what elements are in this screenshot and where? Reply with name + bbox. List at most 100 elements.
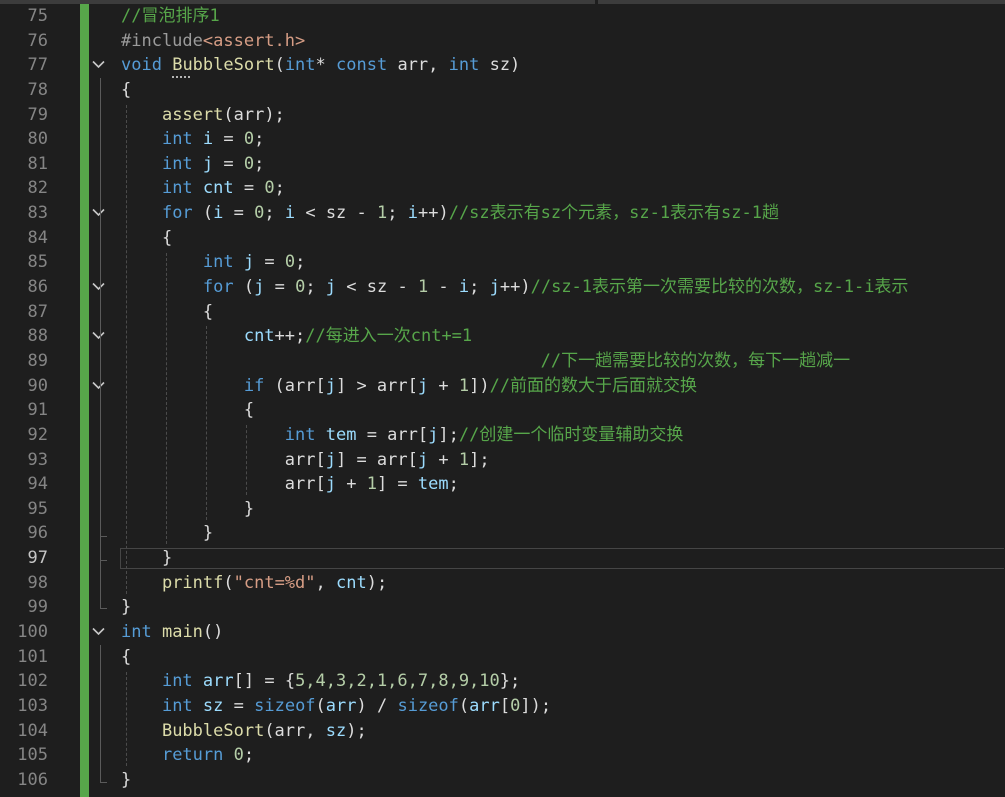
code-token: arr, [387, 55, 449, 76]
code-line[interactable]: 93 arr[j] = arr[j + 1]; [0, 448, 1005, 473]
code-token: arr [325, 695, 357, 716]
chevron-down-icon[interactable] [90, 620, 108, 645]
code-line[interactable]: 102 int arr[] = {5,4,3,2,1,6,7,8,9,10}; [0, 669, 1005, 694]
code-text: for (j = 0; j < sz - 1 - i; j++)//sz-1表示… [121, 275, 909, 300]
indent-guide [126, 671, 127, 767]
current-line-highlight [120, 548, 1004, 570]
code-line[interactable]: 89 //下一趟需要比较的次数，每下一趟减一 [0, 349, 1005, 374]
code-token: const [336, 55, 388, 76]
line-number: 78 [27, 79, 48, 100]
code-token: //前面的数大于后面就交换 [489, 375, 698, 396]
code-token: BubbleSort [161, 720, 265, 741]
code-line[interactable]: 105 return 0; [0, 743, 1005, 768]
line-number: 89 [27, 350, 48, 371]
code-token: } [121, 597, 132, 618]
code-line[interactable]: 101 { [0, 645, 1005, 670]
line-number: 98 [27, 572, 48, 593]
code-text: BubbleSort(arr, sz); [121, 719, 367, 744]
code-line[interactable]: 95 } [0, 497, 1005, 522]
code-line[interactable]: 100 int main() [0, 620, 1005, 645]
code-line[interactable]: 81 int j = 0; [0, 152, 1005, 177]
code-line[interactable]: 86 for (j = 0; j < sz - 1 - i; j++)//sz-… [0, 275, 1005, 300]
code-line[interactable]: 83 for (i = 0; i < sz - 1; i++)//sz表示有sz… [0, 201, 1005, 226]
code-token: sz [325, 720, 347, 741]
code-token: ; [254, 129, 265, 150]
code-line[interactable]: 78 { [0, 78, 1005, 103]
code-token: 1 [458, 449, 470, 470]
code-line[interactable]: 106} [0, 768, 1005, 793]
code-line[interactable]: 88 cnt++;//每进入一次cnt+=1 [0, 324, 1005, 349]
code-token: //冒泡排序1 [121, 6, 220, 26]
code-line[interactable]: 79 assert(arr); [0, 103, 1005, 128]
code-token: int [284, 55, 316, 76]
code-token: (arr); [223, 104, 285, 125]
code-token: int [121, 622, 152, 643]
code-token: 0 [233, 745, 244, 766]
code-token: j [325, 277, 337, 298]
fold-region-end [100, 560, 107, 562]
code-text: int j = 0; [121, 250, 305, 275]
code-token: () [202, 622, 224, 643]
code-line[interactable]: 76 #include<assert.h> [0, 29, 1005, 54]
code-token: 0 [254, 203, 265, 224]
code-line[interactable]: 94 arr[j + 1] = tem; [0, 472, 1005, 497]
chevron-down-icon[interactable] [90, 374, 108, 399]
line-number: 105 [17, 745, 48, 766]
code-token: ( [315, 695, 326, 716]
code-text: arr[j] = arr[j + 1]; [121, 448, 490, 473]
indent-guide [246, 425, 247, 495]
code-line[interactable]: 96 } [0, 521, 1005, 546]
code-token: 0 [295, 277, 306, 298]
code-text: void BubbleSort(int* const arr, int sz) [121, 53, 520, 78]
chevron-down-icon[interactable] [90, 275, 108, 300]
code-line[interactable]: 87 { [0, 300, 1005, 325]
code-line[interactable]: 103 int sz = sizeof(arr) / sizeof(arr[0]… [0, 694, 1005, 719]
code-token: } [121, 523, 214, 544]
code-token: int [161, 695, 193, 716]
code-token: j [243, 252, 255, 273]
line-number: 95 [27, 498, 48, 519]
code-line[interactable]: 85 int j = 0; [0, 250, 1005, 275]
line-number: 97 [27, 548, 48, 569]
code-token: i [213, 203, 224, 224]
code-text: printf("cnt=%d", cnt); [121, 571, 387, 596]
code-line[interactable]: 82 int cnt = 0; [0, 176, 1005, 201]
line-number: 75 [27, 6, 48, 26]
code-line[interactable]: 99} [0, 595, 1005, 620]
code-line[interactable]: 84 { [0, 226, 1005, 251]
code-text: //下一趟需要比较的次数，每下一趟减一 [121, 349, 850, 374]
code-token: { [121, 400, 255, 421]
line-number: 100 [17, 622, 48, 643]
code-editor[interactable]: 75 //冒泡排序1 76 #include<assert.h> 77 void Bubb… [0, 0, 1005, 797]
chevron-down-icon[interactable] [90, 53, 108, 78]
code-line[interactable]: 90 if (arr[j] > arr[j + 1])//前面的数大于后面就交换 [0, 374, 1005, 399]
line-number: 94 [27, 474, 48, 495]
code-line[interactable]: 98 printf("cnt=%d", cnt); [0, 571, 1005, 596]
code-line[interactable]: 75 //冒泡排序1 [0, 4, 1005, 29]
code-token: ++) [499, 277, 531, 298]
chevron-down-icon[interactable] [90, 201, 108, 226]
code-line[interactable]: 91 { [0, 398, 1005, 423]
code-token: ; [448, 474, 459, 495]
code-line[interactable]: 80 int i = 0; [0, 127, 1005, 152]
code-lines[interactable]: 75 //冒泡排序1 76 #include<assert.h> 77 void Bubb… [0, 4, 1005, 793]
code-token: void [121, 55, 162, 76]
code-token: } [121, 769, 132, 790]
code-line[interactable]: 92 int tem = arr[j];//创建一个临时变量辅助交换 [0, 423, 1005, 448]
chevron-down-icon[interactable] [90, 324, 108, 349]
code-line[interactable]: 77 void BubbleSort(int* const arr, int sz… [0, 53, 1005, 78]
code-line[interactable]: 104 BubbleSort(arr, sz); [0, 719, 1005, 744]
code-token: 0 [284, 252, 296, 273]
code-token: ; [305, 277, 326, 298]
line-number: 93 [27, 449, 48, 470]
code-token: { [121, 79, 132, 100]
